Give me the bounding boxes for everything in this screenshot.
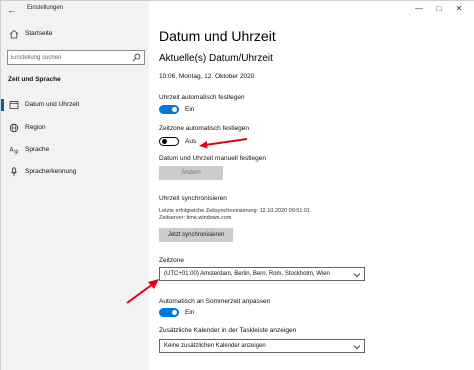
last-sync-text: Letzte erfolgreiche Zeitsynchronisierung… [159, 208, 311, 214]
auto-time-state: Ein [185, 106, 195, 113]
globe-icon [9, 123, 19, 133]
annotation-arrow-icon [126, 279, 159, 304]
calendars-value: Keine zusätzlichen Kalender anzeigen [164, 343, 266, 349]
sidebar-item-speech[interactable]: Spracherkennung [1, 165, 149, 179]
current-datetime-value: 10:06, Montag, 12. Oktober 2020 [159, 73, 255, 80]
auto-timezone-toggle[interactable] [159, 137, 179, 146]
toggle-knob [172, 310, 177, 315]
app-title: Einstellungen [27, 5, 64, 11]
sync-now-button[interactable]: Jetzt synchronisieren [159, 228, 233, 242]
sidebar-item-label: Sprache [25, 146, 50, 153]
sidebar-item-label: Datum und Uhrzeit [25, 101, 80, 108]
calendars-select[interactable]: Keine zusätzlichen Kalender anzeigen [159, 339, 365, 353]
minimize-icon[interactable]: — [411, 3, 427, 15]
chevron-down-icon [353, 273, 361, 278]
titlebar: ← Einstellungen [1, 1, 149, 19]
sidebar-item-language[interactable]: A 字 Sprache [1, 143, 149, 157]
sidebar-item-date-time[interactable]: Datum und Uhrzeit [1, 98, 149, 112]
sidebar-item-label: Spracherkennung [25, 168, 77, 175]
language-icon: A 字 [10, 147, 19, 156]
auto-timezone-label: Zeitzone automatisch festlegen [159, 125, 249, 132]
sidebar-item-region[interactable]: Region [1, 121, 149, 135]
microphone-icon [10, 167, 18, 177]
sidebar: ← Einstellungen Startseite Zeit und Spra… [1, 1, 149, 370]
current-datetime-heading: Aktuelle(s) Datum/Uhrzeit [159, 53, 273, 64]
dst-label: Automatisch an Sommerzeit anpassen [159, 298, 271, 305]
maximize-icon[interactable]: □ [431, 3, 447, 15]
search-box[interactable] [7, 50, 145, 65]
svg-text:字: 字 [14, 149, 19, 155]
auto-time-toggle[interactable] [159, 105, 179, 114]
close-icon[interactable]: ✕ [451, 3, 467, 15]
home-icon [9, 29, 19, 39]
chevron-down-icon [353, 345, 361, 350]
dst-state: Ein [185, 309, 195, 316]
timezone-value: (UTC+01:00) Amsterdam, Berlin, Bern, Rom… [164, 271, 330, 277]
change-button[interactable]: Ändern [159, 166, 223, 180]
toggle-knob [162, 139, 167, 144]
search-icon[interactable] [132, 53, 141, 62]
auto-timezone-state: Aus [185, 138, 197, 145]
manual-datetime-label: Datum und Uhrzeit manuell festlegen [159, 155, 266, 162]
section-header: Zeit und Sprache [8, 76, 61, 83]
window-controls: — □ ✕ [411, 3, 471, 15]
timezone-select[interactable]: (UTC+01:00) Amsterdam, Berlin, Bern, Rom… [159, 267, 365, 281]
search-input[interactable] [11, 52, 129, 63]
sidebar-item-home[interactable]: Startseite [1, 27, 149, 41]
sidebar-item-label: Startseite [25, 30, 53, 37]
calendars-label: Zusätzliche Kalender in der Taskleiste a… [159, 327, 297, 334]
sidebar-item-label: Region [25, 124, 46, 131]
dst-toggle[interactable] [159, 308, 179, 317]
page-title: Datum und Uhrzeit [159, 28, 276, 44]
time-server-text: Zeitserver: time.windows.com [159, 215, 232, 221]
settings-window: ← Einstellungen Startseite Zeit und Spra… [0, 0, 474, 370]
sync-label: Uhrzeit synchronisieren [159, 195, 227, 202]
annotation-arrow-icon [199, 138, 248, 149]
active-indicator [1, 99, 4, 111]
toggle-knob [172, 107, 177, 112]
timezone-label: Zeitzone [159, 257, 184, 264]
back-arrow-icon[interactable]: ← [7, 5, 17, 15]
main-content: — □ ✕ Datum und Uhrzeit Aktuelle(s) Datu… [149, 1, 474, 370]
auto-time-label: Uhrzeit automatisch festlegen [159, 94, 245, 101]
clock-icon [9, 100, 19, 109]
